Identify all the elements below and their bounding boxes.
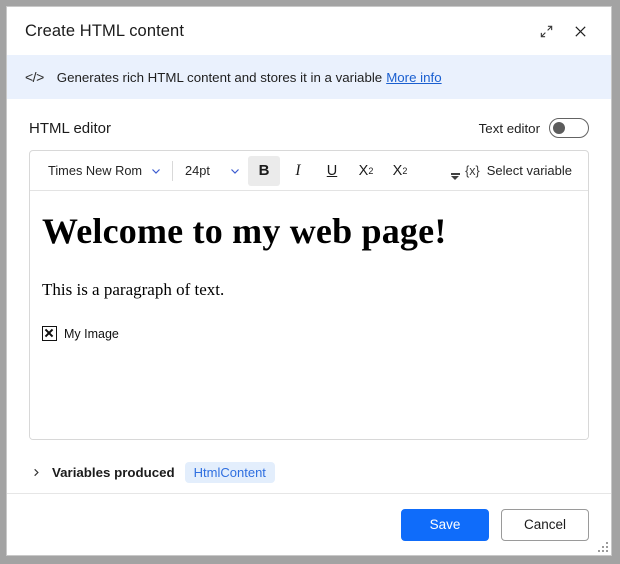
select-variable-button[interactable]: {x} Select variable xyxy=(457,156,580,186)
dialog-window: Create HTML content </> Generates rich H… xyxy=(6,6,612,556)
toggle-knob xyxy=(553,122,565,134)
variables-produced-label[interactable]: Variables produced xyxy=(52,465,175,480)
html-editor-label: HTML editor xyxy=(29,119,111,137)
broken-image-icon xyxy=(42,326,57,342)
subscript-base: X xyxy=(358,162,369,179)
superscript-base: X xyxy=(392,162,403,179)
resize-handle[interactable] xyxy=(595,539,608,552)
text-editor-label: Text editor xyxy=(478,120,540,136)
font-family-select[interactable]: Times New Rom xyxy=(40,156,168,186)
variable-braces-icon: {x} xyxy=(465,163,480,178)
toolbar-divider xyxy=(172,160,173,181)
more-info-link[interactable]: More info xyxy=(386,70,441,85)
underline-button[interactable]: U xyxy=(316,156,348,186)
font-size-select[interactable]: 24pt xyxy=(177,156,247,186)
document-heading: Welcome to my web page! xyxy=(42,211,447,251)
superscript-button[interactable]: X2 xyxy=(384,156,416,186)
superscript-mark: 2 xyxy=(402,165,408,176)
chevron-right-icon[interactable] xyxy=(31,467,42,478)
chevron-down-icon xyxy=(229,165,241,177)
variables-produced-row: Variables produced HtmlContent xyxy=(29,440,589,483)
info-banner: </> Generates rich HTML content and stor… xyxy=(7,55,611,99)
subscript-button[interactable]: X2 xyxy=(350,156,382,186)
document-image-placeholder[interactable]: My Image xyxy=(42,326,576,342)
close-icon[interactable] xyxy=(563,15,597,47)
image-alt-text: My Image xyxy=(64,326,119,341)
italic-button[interactable]: I xyxy=(282,156,314,186)
editor-header: HTML editor Text editor xyxy=(29,99,589,150)
screenshot-root: Create HTML content </> Generates rich H… xyxy=(0,0,620,564)
expand-diagonal-icon[interactable] xyxy=(529,15,563,47)
font-family-value: Times New Rom xyxy=(48,163,143,178)
html-editor-frame: Times New Rom 24pt B I U X 2 X 2 {x} Sel… xyxy=(29,150,589,440)
editor-toolbar: Times New Rom 24pt B I U X 2 X 2 {x} Sel… xyxy=(30,151,588,191)
text-editor-toggle-group: Text editor xyxy=(479,118,589,138)
select-variable-label: Select variable xyxy=(486,163,572,178)
save-button[interactable]: Save xyxy=(401,508,489,541)
font-size-value: 24pt xyxy=(185,163,210,178)
text-editor-toggle[interactable] xyxy=(549,118,589,138)
title-bar: Create HTML content xyxy=(7,7,611,55)
variable-badge-htmlcontent[interactable]: HtmlContent xyxy=(184,462,275,483)
dialog-body: HTML editor Text editor Times New Rom 24… xyxy=(7,99,611,493)
subscript-mark: 2 xyxy=(368,165,374,176)
chevron-down-icon xyxy=(150,165,162,177)
dialog-footer: Save Cancel xyxy=(7,493,611,555)
code-icon: </> xyxy=(25,69,44,85)
bold-button[interactable]: B xyxy=(248,155,280,186)
document-paragraph: This is a paragraph of text. xyxy=(42,280,225,300)
cancel-button[interactable]: Cancel xyxy=(501,508,589,541)
page-title: Create HTML content xyxy=(25,21,185,40)
rich-text-canvas[interactable]: Welcome to my web page! This is a paragr… xyxy=(30,191,588,439)
banner-description: Generates rich HTML content and stores i… xyxy=(56,69,383,85)
